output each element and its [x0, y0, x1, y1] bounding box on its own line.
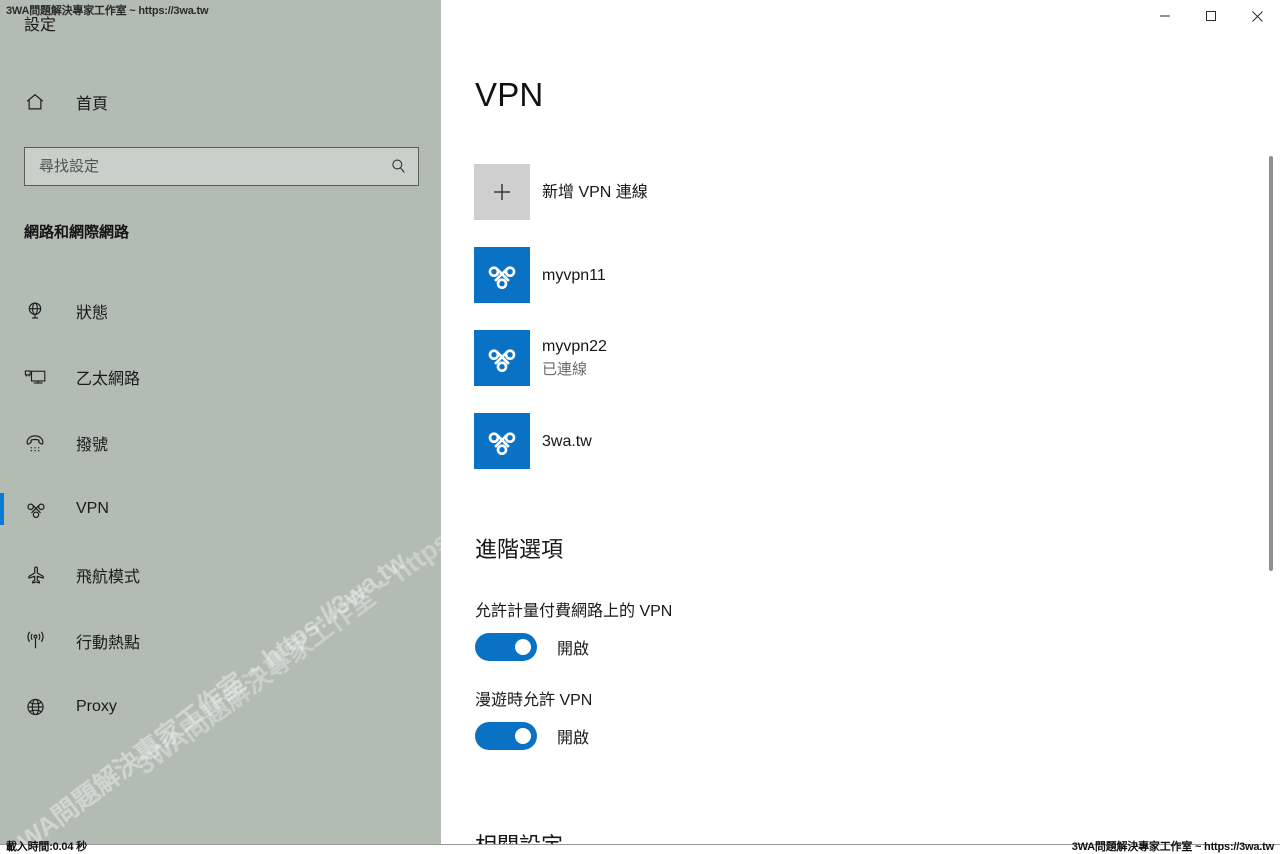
search-input[interactable]	[25, 148, 378, 185]
title-bar: 設定	[0, 0, 1280, 40]
roaming-vpn-state: 開啟	[557, 730, 590, 747]
add-vpn-connection-button[interactable]: 新增 VPN 連線	[474, 164, 1174, 220]
vpn-connection-list: 新增 VPN 連線 myvpn11 myvpn22 已連線 3wa.tw	[474, 164, 1174, 496]
window-title: 設定	[24, 17, 57, 34]
vpn-knot-icon	[474, 413, 530, 469]
sidebar-item-ethernet-label: 乙太網路	[76, 371, 141, 388]
search-icon[interactable]	[378, 157, 418, 176]
vpn-connection-item[interactable]: myvpn22 已連線	[474, 330, 1174, 386]
plus-icon	[474, 164, 530, 220]
maximize-button[interactable]	[1188, 0, 1234, 32]
vpn-connection-item[interactable]: myvpn11	[474, 247, 1174, 303]
vertical-scrollbar[interactable]	[1266, 44, 1276, 834]
globe-icon	[24, 696, 54, 718]
sidebar: 3WA問題解決專家工作室 ~ https://3wa.tw 3WA問題解決專家工…	[0, 0, 441, 854]
vpn-connection-texts: 3wa.tw	[542, 431, 592, 452]
metered-vpn-label: 允許計量付費網路上的 VPN	[475, 603, 673, 620]
roaming-vpn-toggle[interactable]	[475, 722, 537, 750]
sidebar-item-home-label: 首頁	[76, 96, 109, 113]
settings-window: 3WA問題解決專家工作室 ~ https://3wa.tw 3WA問題解決專家工…	[0, 0, 1280, 854]
sidebar-item-dialup[interactable]: 撥號	[0, 421, 441, 465]
toggle-knob	[515, 728, 531, 744]
roaming-vpn-toggle-row: 開啟	[475, 722, 589, 750]
search-box[interactable]	[24, 147, 419, 186]
page-title: VPN	[475, 76, 544, 113]
sidebar-item-airplane-mode[interactable]: 飛航模式	[0, 553, 441, 597]
close-button[interactable]	[1234, 0, 1280, 32]
sidebar-item-vpn-label: VPN	[76, 500, 109, 517]
sidebar-item-airplane-mode-label: 飛航模式	[76, 569, 141, 586]
advanced-options-heading: 進階選項	[475, 537, 564, 562]
sidebar-nav-list: 狀態 乙太網路 撥號 VPN 飛航模式 行動熱點 Proxy	[0, 289, 441, 751]
scrollbar-thumb[interactable]	[1269, 156, 1273, 571]
roaming-vpn-label: 漫遊時允許 VPN	[475, 692, 593, 709]
airplane-icon	[24, 564, 54, 586]
vpn-connection-name: 3wa.tw	[542, 432, 592, 450]
home-icon	[24, 91, 54, 113]
vpn-knot-icon	[474, 247, 530, 303]
vpn-connection-texts: myvpn11	[542, 265, 606, 286]
minimize-button[interactable]	[1142, 0, 1188, 32]
globe-status-icon	[24, 300, 54, 322]
sidebar-item-status[interactable]: 狀態	[0, 289, 441, 333]
main-content: VPN 新增 VPN 連線 myvpn11 myvpn22 已連線 3wa.tw…	[441, 0, 1280, 854]
add-vpn-label: 新增 VPN 連線	[542, 183, 648, 201]
metered-vpn-toggle[interactable]	[475, 633, 537, 661]
hotspot-icon	[24, 630, 54, 652]
sidebar-item-home[interactable]: 首頁	[0, 80, 441, 124]
sidebar-item-dialup-label: 撥號	[76, 437, 109, 454]
sidebar-item-vpn[interactable]: VPN	[0, 487, 441, 531]
toggle-knob	[515, 639, 531, 655]
sidebar-item-mobile-hotspot-label: 行動熱點	[76, 635, 141, 652]
vpn-connection-item[interactable]: 3wa.tw	[474, 413, 1174, 469]
vpn-connection-name: myvpn22	[542, 338, 607, 355]
sidebar-item-proxy[interactable]: Proxy	[0, 685, 441, 729]
sidebar-category-title: 網路和網際網路	[24, 224, 130, 241]
dialup-phone-icon	[24, 432, 54, 454]
vpn-connection-status: 已連線	[542, 361, 588, 378]
ethernet-icon	[24, 366, 54, 388]
vpn-knot-icon	[24, 498, 54, 520]
add-vpn-texts: 新增 VPN 連線	[542, 182, 648, 203]
vpn-knot-icon	[474, 330, 530, 386]
vpn-connection-texts: myvpn22 已連線	[542, 336, 607, 380]
vpn-connection-name: myvpn11	[542, 266, 606, 284]
sidebar-item-status-label: 狀態	[76, 305, 109, 322]
sidebar-item-ethernet[interactable]: 乙太網路	[0, 355, 441, 399]
footer-band	[0, 845, 1280, 854]
metered-vpn-toggle-row: 開啟	[475, 633, 589, 661]
footer-divider	[0, 844, 1280, 845]
metered-vpn-state: 開啟	[557, 641, 590, 658]
sidebar-item-mobile-hotspot[interactable]: 行動熱點	[0, 619, 441, 663]
window-controls	[1142, 0, 1280, 40]
sidebar-item-proxy-label: Proxy	[76, 698, 117, 715]
